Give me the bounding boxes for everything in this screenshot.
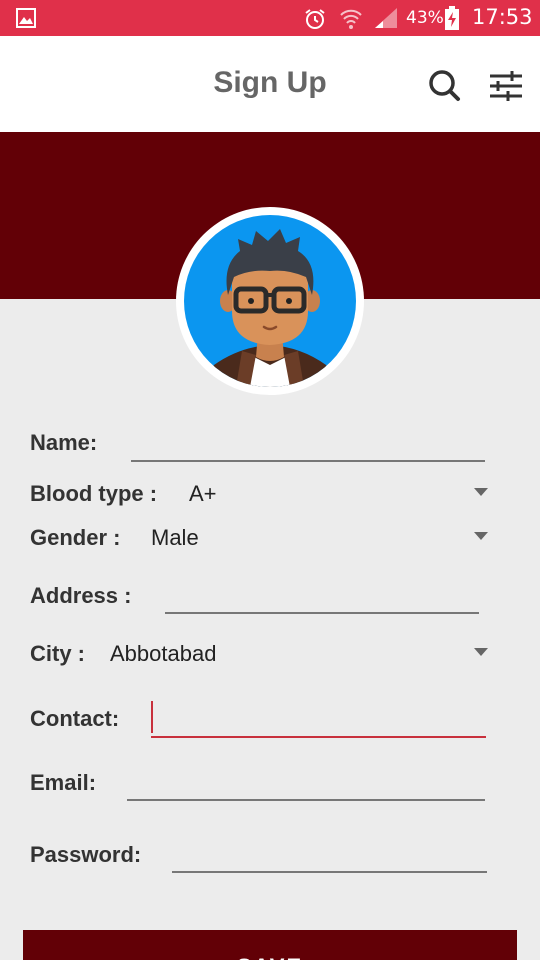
clock: 17:53 bbox=[472, 5, 533, 29]
blood-type-label: Blood type : bbox=[30, 481, 158, 506]
signal-icon bbox=[375, 8, 397, 28]
contact-label: Contact: bbox=[30, 706, 120, 731]
avatar[interactable] bbox=[176, 207, 364, 395]
tune-icon[interactable] bbox=[486, 68, 526, 104]
search-icon[interactable] bbox=[425, 66, 465, 106]
address-label: Address : bbox=[30, 583, 132, 608]
status-bar: 43% 17:53 bbox=[0, 0, 540, 36]
app-bar: Sign Up bbox=[0, 36, 540, 132]
name-label: Name: bbox=[30, 430, 98, 455]
wifi-icon bbox=[340, 9, 362, 29]
text-cursor bbox=[151, 701, 153, 733]
email-label: Email: bbox=[30, 770, 97, 795]
contact-input[interactable] bbox=[151, 736, 486, 738]
gender-dropdown-icon[interactable] bbox=[474, 532, 488, 540]
gender-select[interactable]: Male bbox=[151, 525, 199, 551]
email-input[interactable] bbox=[127, 799, 485, 801]
name-input[interactable] bbox=[131, 460, 485, 462]
city-label: City : bbox=[30, 641, 85, 666]
blood-type-select[interactable]: A+ bbox=[189, 481, 217, 507]
alarm-icon bbox=[305, 9, 325, 29]
gender-label: Gender : bbox=[30, 525, 121, 550]
save-button[interactable]: SAVE bbox=[23, 930, 517, 960]
password-input[interactable] bbox=[172, 871, 487, 873]
avatar-illustration bbox=[184, 215, 356, 387]
city-dropdown-icon[interactable] bbox=[474, 648, 488, 656]
battery-charging-icon bbox=[445, 6, 459, 30]
gallery-icon bbox=[16, 8, 36, 28]
battery-percent: 43% bbox=[406, 8, 444, 28]
address-input[interactable] bbox=[165, 612, 479, 614]
blood-type-dropdown-icon[interactable] bbox=[474, 488, 488, 496]
password-label: Password: bbox=[30, 842, 142, 867]
city-select[interactable]: Abbotabad bbox=[110, 641, 216, 667]
